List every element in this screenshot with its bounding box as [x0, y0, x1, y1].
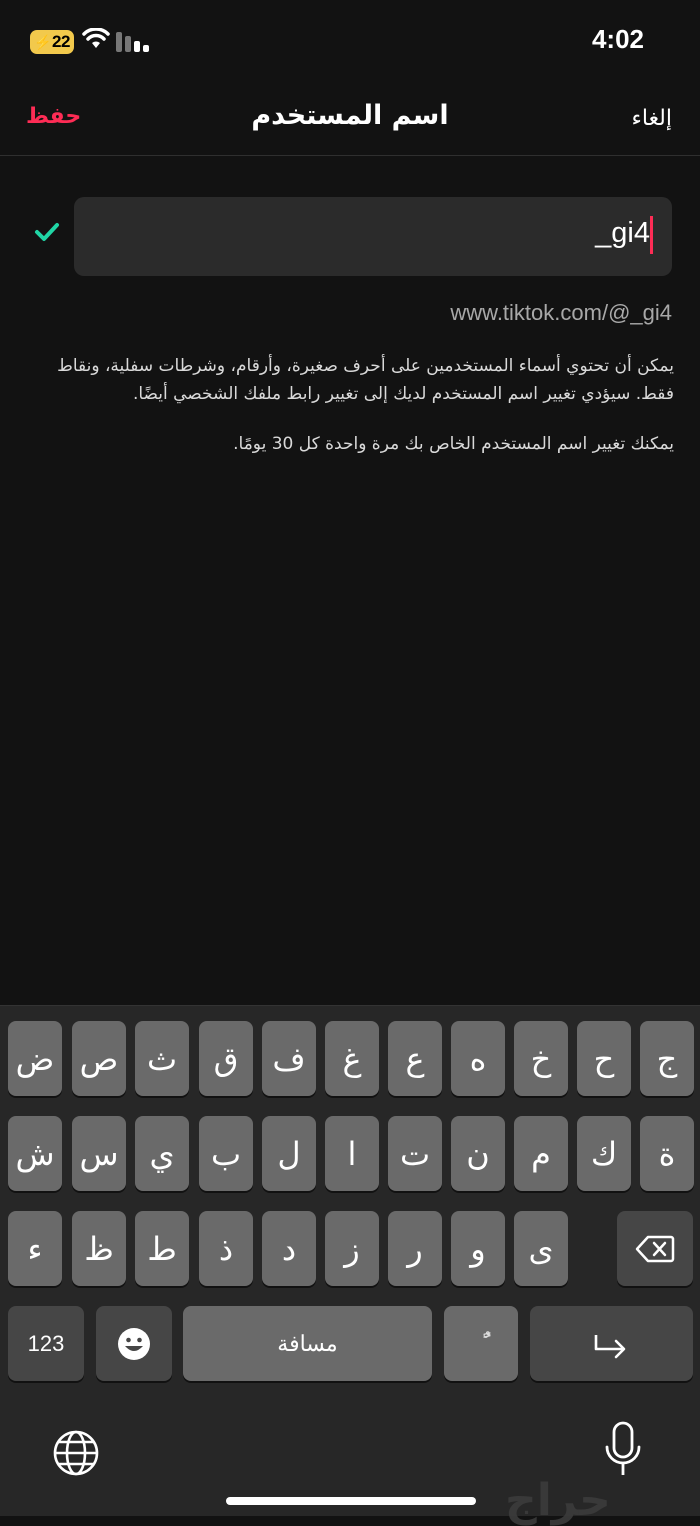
key[interactable]: ت: [388, 1116, 442, 1191]
navigation-bar: حفظ اسم المستخدم إلغاء: [0, 80, 700, 156]
username-rules-text: يمكن أن تحتوي أسماء المستخدمين على أحرف …: [57, 356, 674, 404]
key[interactable]: ى: [514, 1211, 568, 1286]
key[interactable]: ك: [577, 1116, 631, 1191]
key[interactable]: ر: [388, 1211, 442, 1286]
username-value: _gi4: [595, 217, 650, 249]
return-key[interactable]: [530, 1306, 693, 1381]
key[interactable]: ث: [135, 1021, 189, 1096]
key[interactable]: ص: [72, 1021, 126, 1096]
wifi-icon: [82, 28, 110, 48]
key[interactable]: ط: [135, 1211, 189, 1286]
key[interactable]: ش: [8, 1116, 62, 1191]
key[interactable]: م: [514, 1116, 568, 1191]
key[interactable]: ح: [577, 1021, 631, 1096]
watermark-logo: حراج: [505, 1475, 611, 1526]
numbers-key[interactable]: 123: [8, 1306, 84, 1381]
key[interactable]: ة: [640, 1116, 694, 1191]
username-change-frequency-text: يمكنك تغيير اسم المستخدم الخاص بك مرة وا…: [233, 434, 674, 454]
page-title: اسم المستخدم: [251, 100, 449, 131]
key[interactable]: ن: [451, 1116, 505, 1191]
key[interactable]: ل: [262, 1116, 316, 1191]
key[interactable]: ذ: [199, 1211, 253, 1286]
key[interactable]: ض: [8, 1021, 62, 1096]
charging-bolt-icon: ⚡: [34, 33, 51, 50]
checkmark-icon: [35, 223, 59, 241]
key[interactable]: ف: [262, 1021, 316, 1096]
username-input[interactable]: _gi4: [74, 197, 672, 276]
globe-icon[interactable]: [52, 1429, 100, 1477]
battery-indicator: ⚡ 22: [30, 30, 74, 54]
key[interactable]: ق: [199, 1021, 253, 1096]
text-cursor: [650, 216, 653, 254]
profile-url: www.tiktok.com/@_gi4: [450, 300, 672, 325]
key[interactable]: و: [451, 1211, 505, 1286]
return-arrow-icon: [594, 1334, 625, 1358]
key[interactable]: س: [72, 1116, 126, 1191]
home-indicator[interactable]: [226, 1497, 476, 1505]
diacritics-key[interactable]: ًٌ: [444, 1306, 518, 1381]
cancel-button[interactable]: إلغاء: [632, 106, 672, 131]
status-bar: ⚡ 22 4:02: [0, 0, 700, 80]
emoji-icon: [118, 1327, 150, 1360]
backspace-icon: [635, 1235, 675, 1262]
key[interactable]: ا: [325, 1116, 379, 1191]
key[interactable]: ز: [325, 1211, 379, 1286]
keyboard: ض ص ث ق ف غ ع ه خ ح ج ش س ي ب ل ا ت ن م …: [0, 1005, 700, 1526]
key[interactable]: ج: [640, 1021, 694, 1096]
key[interactable]: ظ: [72, 1211, 126, 1286]
key[interactable]: ع: [388, 1021, 442, 1096]
battery-level: 22: [52, 32, 70, 51]
backspace-key[interactable]: [617, 1211, 693, 1286]
cellular-signal-icon: [116, 32, 149, 52]
key[interactable]: ء: [8, 1211, 62, 1286]
space-key[interactable]: مسافة: [183, 1306, 432, 1381]
key[interactable]: ه: [451, 1021, 505, 1096]
key[interactable]: غ: [325, 1021, 379, 1096]
key[interactable]: ي: [135, 1116, 189, 1191]
clock: 4:02: [591, 24, 644, 54]
key[interactable]: خ: [514, 1021, 568, 1096]
microphone-icon[interactable]: [604, 1421, 642, 1481]
key[interactable]: د: [262, 1211, 316, 1286]
key[interactable]: ب: [199, 1116, 253, 1191]
emoji-key[interactable]: [96, 1306, 172, 1381]
